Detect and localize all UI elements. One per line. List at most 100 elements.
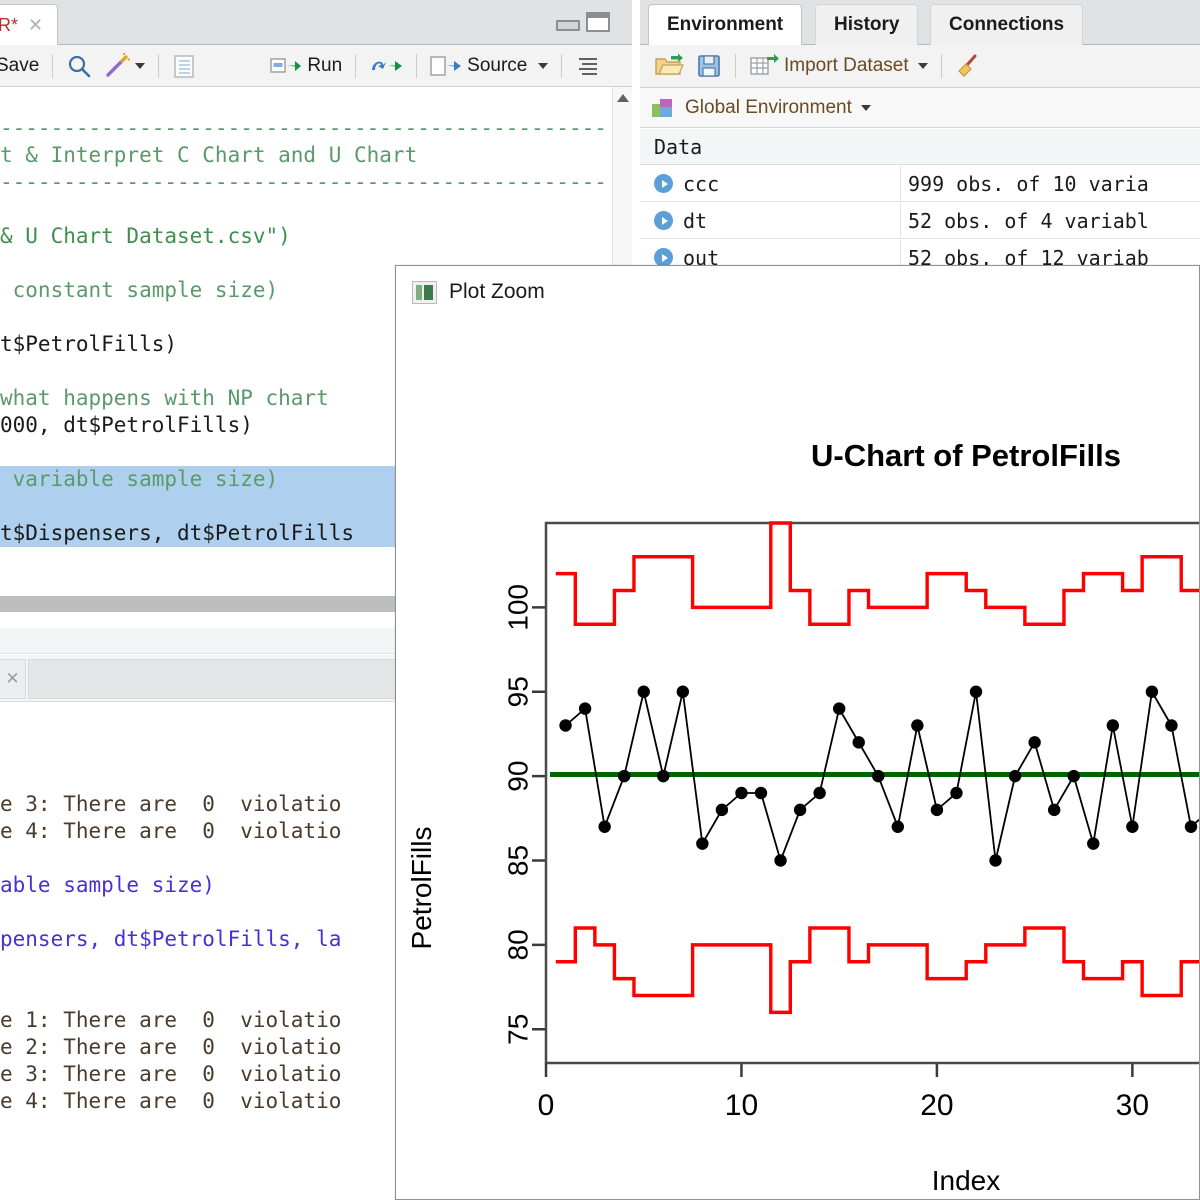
expand-triangle-icon[interactable]: [654, 211, 673, 230]
column-divider: [900, 166, 901, 202]
console-line: e 4: There are 0 violatio: [0, 818, 341, 845]
environment-toolbar: Import Dataset: [640, 45, 1200, 88]
chevron-down-icon[interactable]: [918, 63, 928, 69]
source-button[interactable]: Source: [424, 45, 554, 87]
environment-cube-icon: [650, 96, 676, 120]
close-icon[interactable]: ✕: [0, 659, 26, 699]
plot-zoom-window: Plot Zoom U-Chart of PetrolFills PetrolF…: [395, 265, 1200, 1200]
save-label: Save: [0, 55, 39, 77]
code-line: t$PetrolFills): [0, 331, 177, 358]
svg-text:100: 100: [502, 584, 533, 631]
code-line: & U Chart Dataset.csv"): [0, 223, 291, 250]
code-line: t$Dispensers, dt$PetrolFills: [0, 520, 354, 547]
scroll-up-arrow-icon[interactable]: [617, 94, 629, 102]
chevron-down-icon[interactable]: [135, 63, 145, 69]
load-workspace-button[interactable]: [648, 45, 690, 87]
minimize-pane-icon[interactable]: [556, 12, 580, 32]
environment-object-name: ccc: [683, 172, 719, 196]
svg-text:90: 90: [502, 761, 533, 792]
toolbar-divider: [52, 54, 53, 78]
code-line: 000, dt$PetrolFills): [0, 412, 253, 439]
source-tab-bar: arts.R* ✕: [0, 0, 632, 45]
environment-row[interactable]: dt 52 obs. of 4 variabl: [640, 203, 1200, 239]
broom-clear-icon: [955, 53, 983, 79]
document-outline-icon: [575, 54, 601, 78]
code-tools-wand-icon: [104, 53, 130, 79]
close-icon[interactable]: ✕: [28, 16, 43, 34]
environment-row[interactable]: ccc 999 obs. of 10 varia: [640, 166, 1200, 202]
console-line: e 1: There are 0 violatio: [0, 1007, 341, 1034]
chart-x-axis-label: Index: [932, 1165, 1001, 1196]
svg-text:0: 0: [538, 1089, 555, 1122]
toolbar-divider: [941, 54, 942, 78]
console-line: pensers, dt$PetrolFills, la: [0, 926, 341, 953]
svg-text:85: 85: [502, 845, 533, 876]
compile-report-button[interactable]: [166, 45, 202, 87]
environment-object-value: 52 obs. of 4 variabl: [908, 209, 1149, 233]
svg-text:75: 75: [502, 1014, 533, 1045]
chart-title: U-Chart of PetrolFills: [811, 438, 1121, 473]
expand-triangle-icon[interactable]: [654, 174, 673, 193]
environment-section-header: Data: [640, 129, 1200, 165]
tab-history[interactable]: History: [815, 4, 918, 45]
console-line: e 3: There are 0 violatio: [0, 1061, 341, 1088]
environment-object-name: dt: [683, 209, 707, 233]
environment-scope-selector[interactable]: Global Environment: [640, 88, 1200, 128]
run-button[interactable]: Run: [264, 45, 348, 87]
clear-workspace-button[interactable]: [949, 45, 989, 87]
tab-connections[interactable]: Connections: [930, 4, 1083, 45]
notebook-icon: [172, 53, 196, 79]
import-dataset-button[interactable]: Import Dataset: [743, 45, 934, 87]
source-tab-charts-r[interactable]: arts.R* ✕: [0, 4, 58, 45]
environment-section-label: Data: [654, 135, 702, 159]
svg-text:10: 10: [725, 1089, 758, 1122]
rerun-button[interactable]: [363, 45, 409, 87]
chevron-down-icon[interactable]: [538, 63, 548, 69]
svg-text:20: 20: [920, 1089, 953, 1122]
code-line: t & Interpret C Chart and U Chart: [0, 142, 417, 169]
toolbar-divider: [158, 54, 159, 78]
console-line: e 2: There are 0 violatio: [0, 1034, 341, 1061]
console-line: able sample size): [0, 872, 215, 899]
environment-tab-bar: Environment History Connections: [640, 0, 1200, 45]
save-workspace-button[interactable]: [690, 45, 728, 87]
document-outline-button[interactable]: [569, 45, 607, 87]
code-line: variable sample size): [0, 466, 278, 493]
run-label: Run: [307, 55, 342, 77]
maximize-pane-icon[interactable]: [586, 12, 610, 32]
plot-zoom-title: Plot Zoom: [449, 280, 545, 304]
plot-canvas: U-Chart of PetrolFills PetrolFills Index…: [396, 318, 1200, 1200]
toolbar-divider: [735, 54, 736, 78]
plot-zoom-icon: [412, 281, 437, 304]
console-line: e 3: There are 0 violatio: [0, 791, 341, 818]
code-tools-button[interactable]: [98, 45, 151, 87]
floppy-save-icon: [696, 53, 722, 79]
code-line: ----------------------------------------…: [0, 169, 607, 196]
u-chart-svg: U-Chart of PetrolFills PetrolFills Index…: [396, 318, 1200, 1200]
svg-text:30: 30: [1116, 1089, 1149, 1122]
magnifier-icon: [66, 53, 92, 79]
find-replace-button[interactable]: [60, 45, 98, 87]
code-line: ----------------------------------------…: [0, 115, 607, 142]
environment-scope-label: Global Environment: [685, 97, 852, 119]
tab-environment[interactable]: Environment: [648, 4, 802, 45]
plot-zoom-title-bar[interactable]: Plot Zoom: [396, 266, 1200, 318]
source-toolbar: Save: [0, 45, 632, 87]
toolbar-divider: [416, 54, 417, 78]
environment-pane: Environment History Connections: [640, 0, 1200, 272]
toolbar-divider: [561, 54, 562, 78]
chart-y-axis-label: PetrolFills: [406, 827, 437, 950]
code-line: constant sample size): [0, 277, 278, 304]
run-arrow-icon: [270, 54, 302, 78]
environment-object-value: 999 obs. of 10 varia: [908, 172, 1149, 196]
toolbar-divider: [355, 54, 356, 78]
code-line: what happens with NP chart: [0, 385, 329, 412]
column-divider: [900, 203, 901, 239]
console-line: e 4: There are 0 violatio: [0, 1088, 341, 1115]
save-button[interactable]: Save: [0, 45, 45, 87]
svg-text:80: 80: [502, 929, 533, 960]
source-tab-label: arts.R*: [0, 15, 18, 36]
source-label: Source: [467, 55, 527, 77]
chevron-down-icon[interactable]: [861, 105, 871, 111]
svg-text:95: 95: [502, 676, 533, 707]
